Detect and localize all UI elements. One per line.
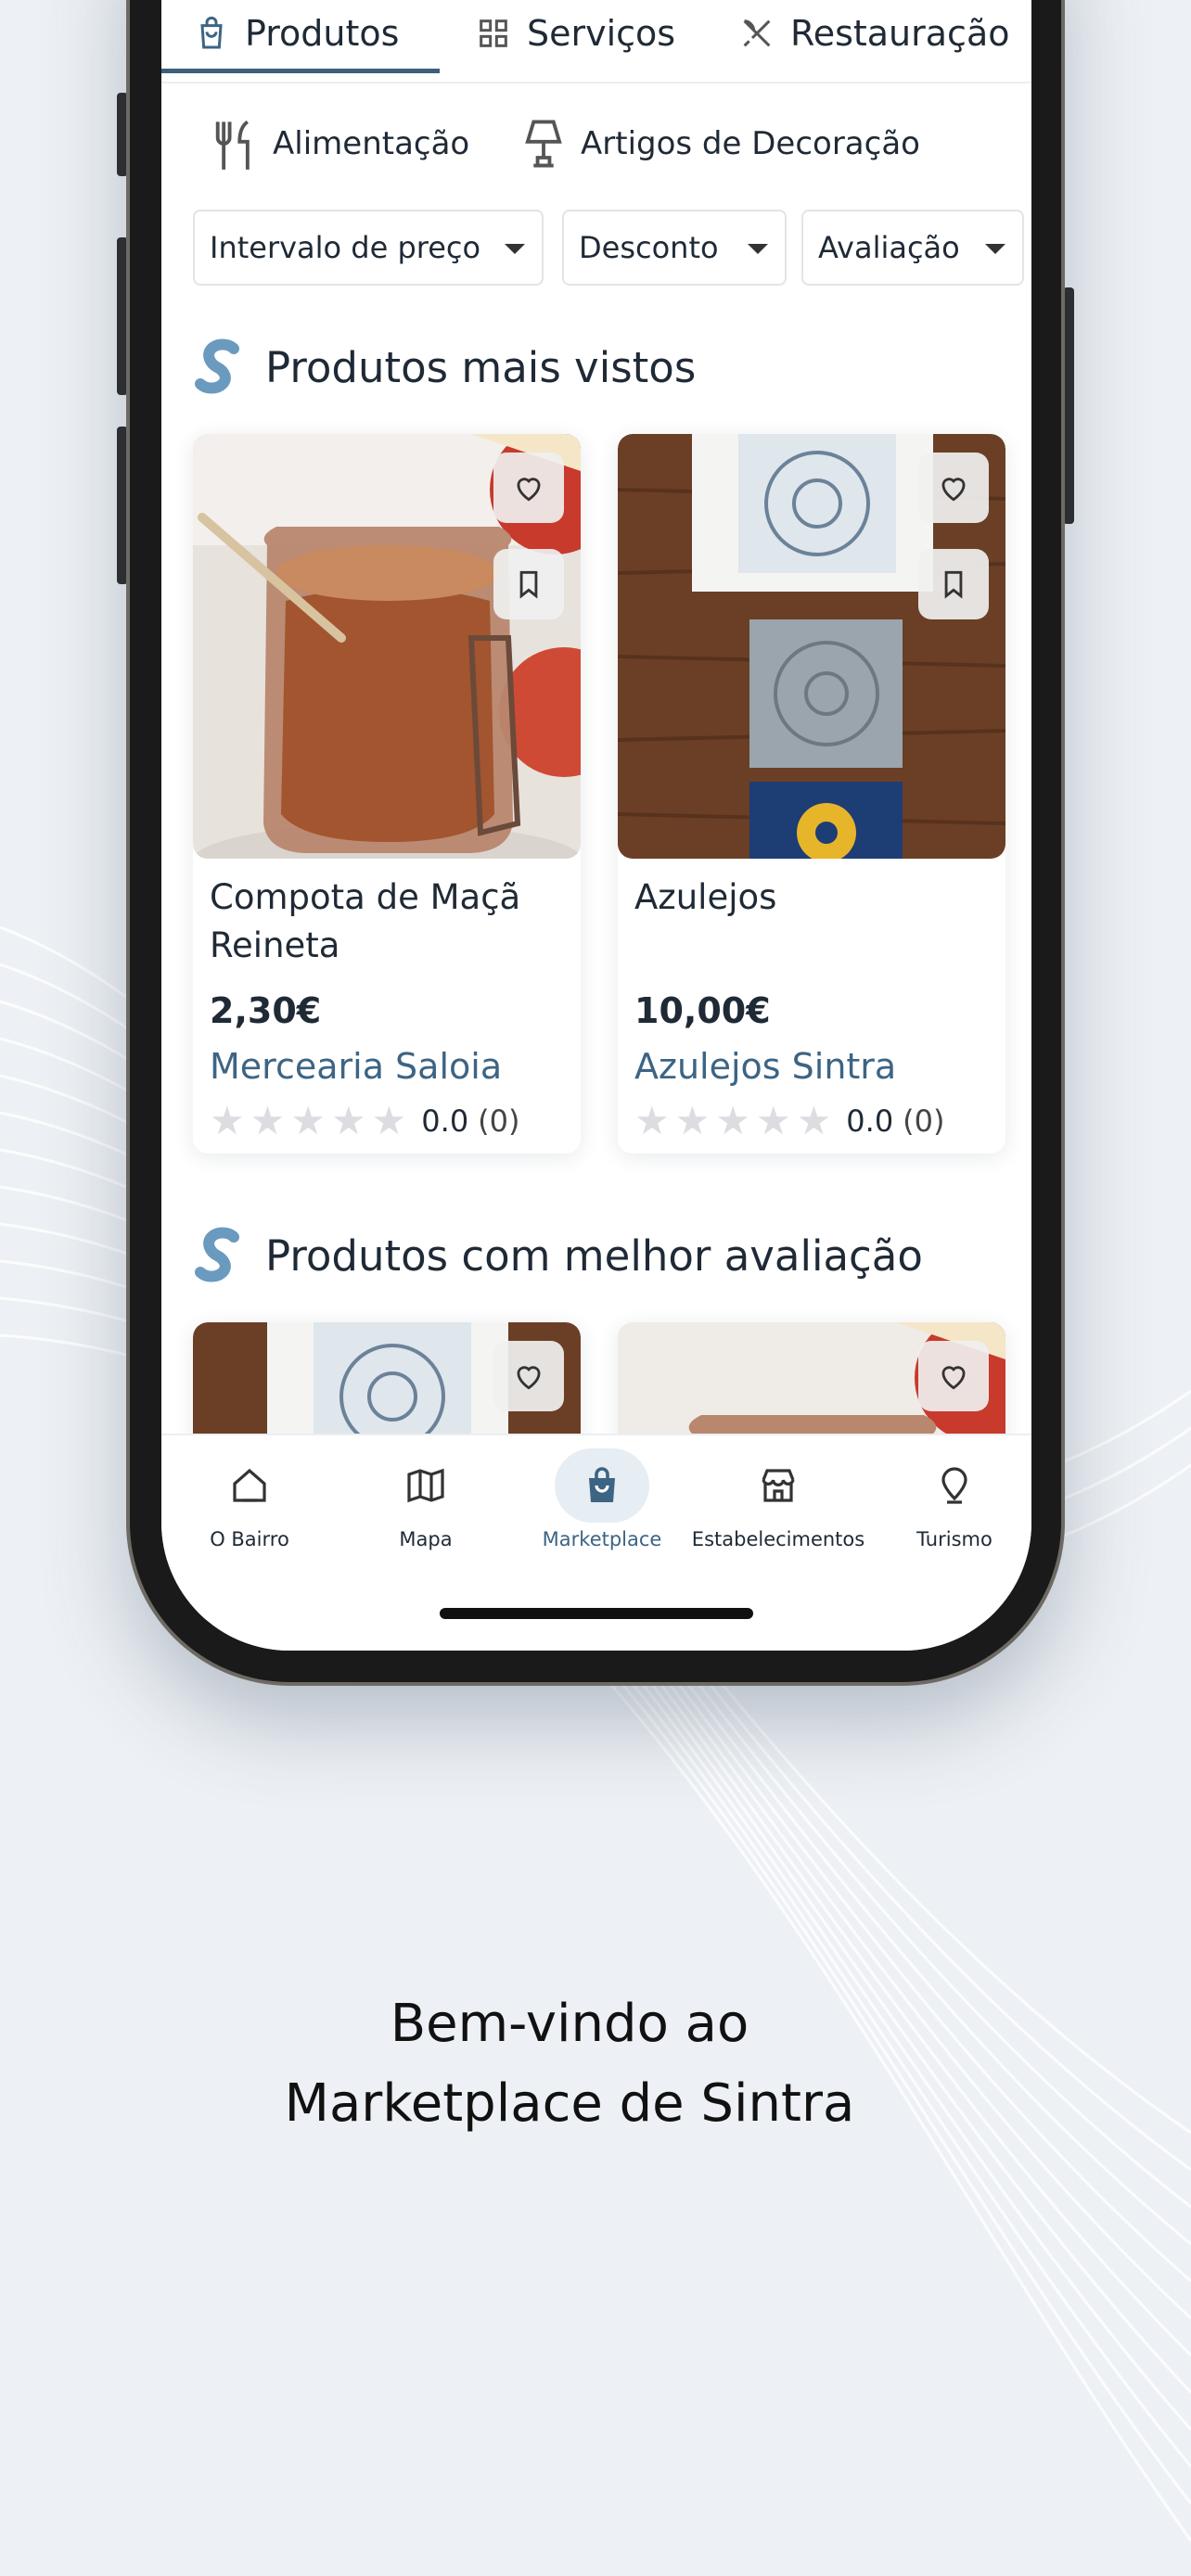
star-icon: ★	[796, 1098, 832, 1143]
section-title-best-rated: Produtos com melhor avaliação	[193, 1226, 923, 1285]
active-tab-indicator	[161, 69, 440, 73]
nav-label: Marketplace	[542, 1528, 662, 1550]
rating-value: 0.0	[846, 1103, 894, 1139]
star-icon: ★	[330, 1098, 366, 1143]
nav-mapa[interactable]: Mapa	[338, 1452, 514, 1550]
store-link[interactable]: Mercearia Saloia	[210, 1046, 502, 1087]
welcome-line-1: Bem-vindo ao	[390, 1994, 749, 2054]
star-icon: ★	[755, 1098, 791, 1143]
lamp-icon	[525, 120, 562, 168]
category-label: Artigos de Decoração	[581, 125, 920, 162]
product-price: 10,00€	[634, 990, 771, 1031]
section-title-text: Produtos com melhor avaliação	[265, 1231, 923, 1281]
star-icon: ★	[634, 1098, 670, 1143]
nav-icon-wrapper	[555, 1448, 649, 1523]
star-icon: ★	[674, 1098, 711, 1143]
rating-value: 0.0	[421, 1103, 469, 1139]
tab-restauracao[interactable]: Restauração	[738, 0, 1009, 67]
category-alimentacao[interactable]: Alimentação	[211, 111, 469, 176]
welcome-heading: Bem-vindo ao Marketplace de Sintra	[0, 1984, 1139, 2144]
tab-label: Restauração	[790, 13, 1010, 54]
welcome-line-2: Marketplace de Sintra	[284, 2073, 855, 2134]
tab-label: Produtos	[245, 13, 400, 54]
nav-icon-wrapper	[745, 1452, 812, 1519]
nav-estabelecimentos[interactable]: Estabelecimentos	[690, 1452, 866, 1550]
nav-label: O Bairro	[210, 1528, 289, 1550]
home-icon	[233, 1468, 266, 1502]
star-icon: ★	[371, 1098, 407, 1143]
section-title-most-viewed: Produtos mais vistos	[193, 338, 696, 397]
product-card[interactable]: Compota de Maçã Reineta 2,30€ Mercearia …	[193, 434, 581, 1154]
section-title-text: Produtos mais vistos	[265, 342, 697, 392]
review-count: (0)	[478, 1103, 520, 1139]
sintra-logo-icon	[195, 338, 239, 394]
star-icon: ★	[210, 1098, 245, 1143]
heart-icon	[517, 1366, 541, 1390]
app-screen: Produtos Serviços Restauração Alimentaçã…	[161, 0, 1031, 1651]
chevron-down-icon	[748, 244, 768, 254]
bookmark-button[interactable]	[493, 549, 564, 619]
nav-label: Mapa	[399, 1528, 453, 1550]
shopping-bag-icon	[200, 16, 223, 49]
map-icon	[407, 1468, 444, 1503]
filter-label: Intervalo de preço	[210, 230, 481, 265]
chevron-down-icon	[985, 244, 1005, 254]
star-icon: ★	[290, 1098, 326, 1143]
nav-marketplace[interactable]: Marketplace	[514, 1448, 690, 1550]
tab-label: Serviços	[527, 13, 676, 54]
star-icon: ★	[250, 1098, 286, 1143]
product-rating: ★ ★ ★ ★ ★ 0.0 (0)	[210, 1102, 520, 1141]
store-link[interactable]: Azulejos Sintra	[634, 1046, 896, 1087]
map-pin-icon	[941, 1467, 967, 1504]
filter-rating[interactable]: Avaliação	[801, 210, 1024, 286]
heart-icon	[941, 478, 966, 502]
filter-label: Avaliação	[818, 230, 960, 265]
store-icon	[762, 1469, 795, 1502]
favorite-button[interactable]	[493, 1341, 564, 1411]
nav-icon-wrapper	[216, 1452, 283, 1519]
heart-icon	[941, 1366, 966, 1390]
bookmark-icon	[944, 570, 963, 599]
product-name: Compota de Maçã Reineta	[210, 877, 521, 965]
bottom-navigation: O Bairro Mapa Marketplace Estabeleciment…	[161, 1434, 1031, 1651]
category-label: Alimentação	[273, 125, 470, 162]
home-indicator[interactable]	[440, 1608, 753, 1619]
favorite-button[interactable]	[918, 453, 989, 523]
review-count: (0)	[903, 1103, 945, 1139]
category-decoracao[interactable]: Artigos de Decoração	[519, 111, 920, 176]
product-card[interactable]: Azulejos 10,00€ Azulejos Sintra ★ ★ ★ ★ …	[618, 434, 1005, 1154]
nav-icon-wrapper	[392, 1452, 459, 1519]
tab-produtos[interactable]: Produtos	[193, 0, 399, 67]
favorite-button[interactable]	[493, 453, 564, 523]
shopping-bag-icon	[589, 1467, 615, 1502]
fork-knife-icon	[215, 120, 250, 170]
nav-label: Estabelecimentos	[691, 1528, 865, 1550]
star-icon: ★	[715, 1098, 750, 1143]
product-rating: ★ ★ ★ ★ ★ 0.0 (0)	[634, 1102, 945, 1141]
nav-label: Turismo	[916, 1528, 992, 1550]
heart-icon	[517, 478, 541, 502]
filter-discount[interactable]: Desconto	[562, 210, 787, 286]
bookmark-icon	[519, 570, 538, 599]
favorite-button[interactable]	[918, 1341, 989, 1411]
filter-label: Desconto	[579, 230, 719, 265]
grid-icon	[480, 19, 507, 47]
nav-turismo[interactable]: Turismo	[866, 1452, 1031, 1550]
chevron-down-icon	[505, 244, 525, 254]
utensils-crossed-icon	[743, 19, 771, 47]
nav-o-bairro[interactable]: O Bairro	[161, 1452, 338, 1550]
product-name: Azulejos	[634, 877, 777, 917]
bookmark-button[interactable]	[918, 549, 989, 619]
product-price: 2,30€	[210, 990, 322, 1031]
sintra-logo-icon	[195, 1227, 239, 1282]
tab-servicos[interactable]: Serviços	[475, 0, 675, 67]
category-tabs: Produtos Serviços Restauração	[161, 0, 1031, 83]
nav-icon-wrapper	[921, 1452, 988, 1519]
filter-price-range[interactable]: Intervalo de preço	[193, 210, 544, 286]
